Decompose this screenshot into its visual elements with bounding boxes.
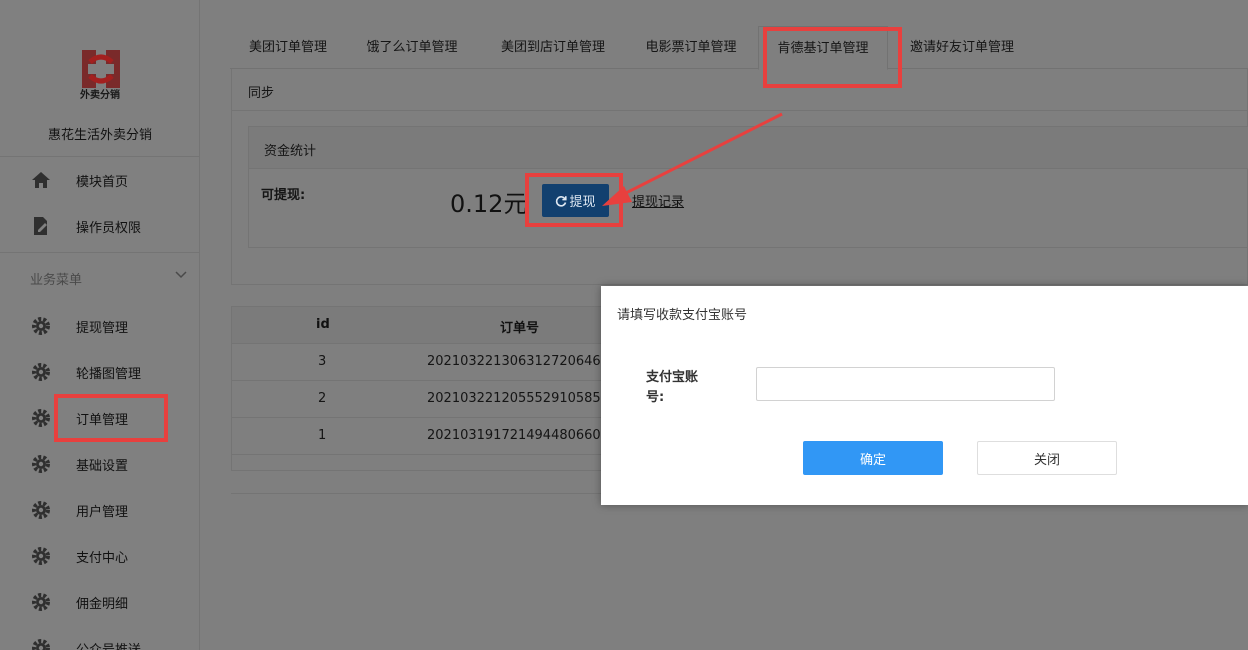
alipay-account-input[interactable] [756, 367, 1055, 401]
confirm-button[interactable]: 确定 [803, 441, 943, 475]
close-button[interactable]: 关闭 [977, 441, 1117, 475]
alipay-account-label: 支付宝账号: [646, 370, 699, 405]
alipay-account-modal: 请填写收款支付宝账号 支付宝账号: 确定 关闭 [601, 286, 1248, 505]
modal-title: 请填写收款支付宝账号 [617, 308, 748, 323]
